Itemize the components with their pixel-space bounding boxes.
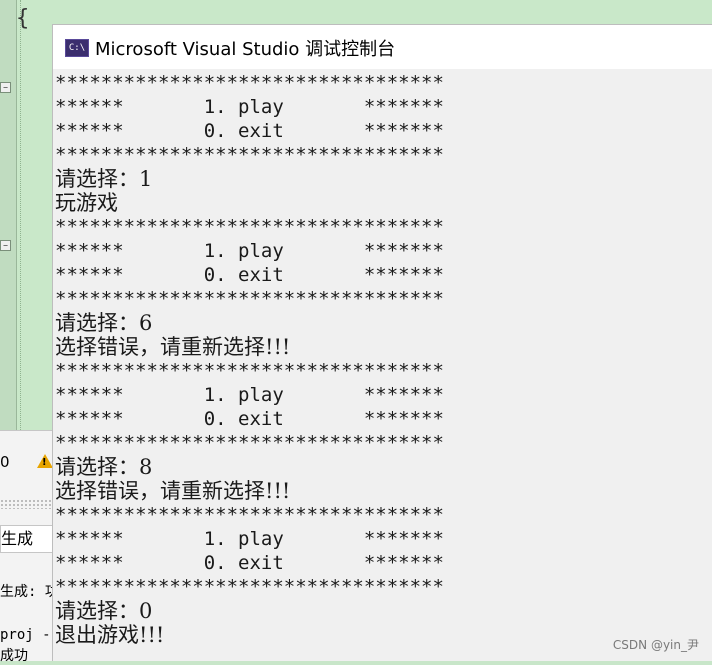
console-line: ****** 1. play *******: [55, 528, 444, 550]
console-line: 选择错误，请重新选择!!!: [55, 335, 291, 359]
console-line: 请选择：6: [55, 311, 153, 335]
console-line: 选择错误，请重新选择!!!: [55, 479, 291, 503]
panel-splitter[interactable]: [0, 499, 52, 509]
fold-toggle-icon[interactable]: −: [0, 240, 11, 251]
console-line: 请选择：0: [55, 599, 153, 623]
console-line: 请选择：1: [55, 167, 153, 191]
output-text-line: proj -: [0, 627, 51, 643]
console-line: **********************************: [55, 288, 444, 310]
warning-mark: !: [42, 457, 47, 468]
console-app-icon: C:\: [65, 39, 89, 57]
tab-build[interactable]: 生成: [0, 525, 54, 553]
debug-console-window[interactable]: C:\ Microsoft Visual Studio 调试控制台 ******…: [52, 24, 712, 661]
console-line: **********************************: [55, 360, 444, 382]
console-line: ****** 1. play *******: [55, 96, 444, 118]
console-line: ****** 0. exit *******: [55, 408, 444, 430]
code-brace: {: [16, 6, 30, 31]
fold-toggle-icon[interactable]: −: [0, 82, 11, 93]
console-line: 玩游戏: [55, 191, 118, 215]
error-count: 0: [0, 453, 10, 471]
console-line: 请选择：8: [55, 455, 153, 479]
console-line: ****** 0. exit *******: [55, 552, 444, 574]
console-title: Microsoft Visual Studio 调试控制台: [95, 39, 396, 60]
console-line: **********************************: [55, 432, 444, 454]
output-text-line: 生成: 功: [0, 584, 59, 600]
console-line: ****** 1. play *******: [55, 384, 444, 406]
console-line: **********************************: [55, 72, 444, 94]
console-line: ****** 0. exit *******: [55, 264, 444, 286]
console-line: **********************************: [55, 216, 444, 238]
console-output: ********************************** ******…: [55, 71, 711, 647]
console-line: ****** 0. exit *******: [55, 120, 444, 142]
indent-guide: [20, 0, 21, 430]
console-titlebar[interactable]: C:\ Microsoft Visual Studio 调试控制台: [53, 25, 712, 69]
watermark: CSDN @yin_尹: [612, 638, 699, 652]
console-line: ****** 1. play *******: [55, 240, 444, 262]
console-line: **********************************: [55, 504, 444, 526]
console-line: **********************************: [55, 144, 444, 166]
editor-gutter: − −: [0, 0, 17, 430]
output-panel: 0 ! 生成 生成: 功 proj - 成功: [0, 430, 60, 664]
console-line: **********************************: [55, 576, 444, 598]
output-text-line: 成功: [0, 648, 28, 664]
